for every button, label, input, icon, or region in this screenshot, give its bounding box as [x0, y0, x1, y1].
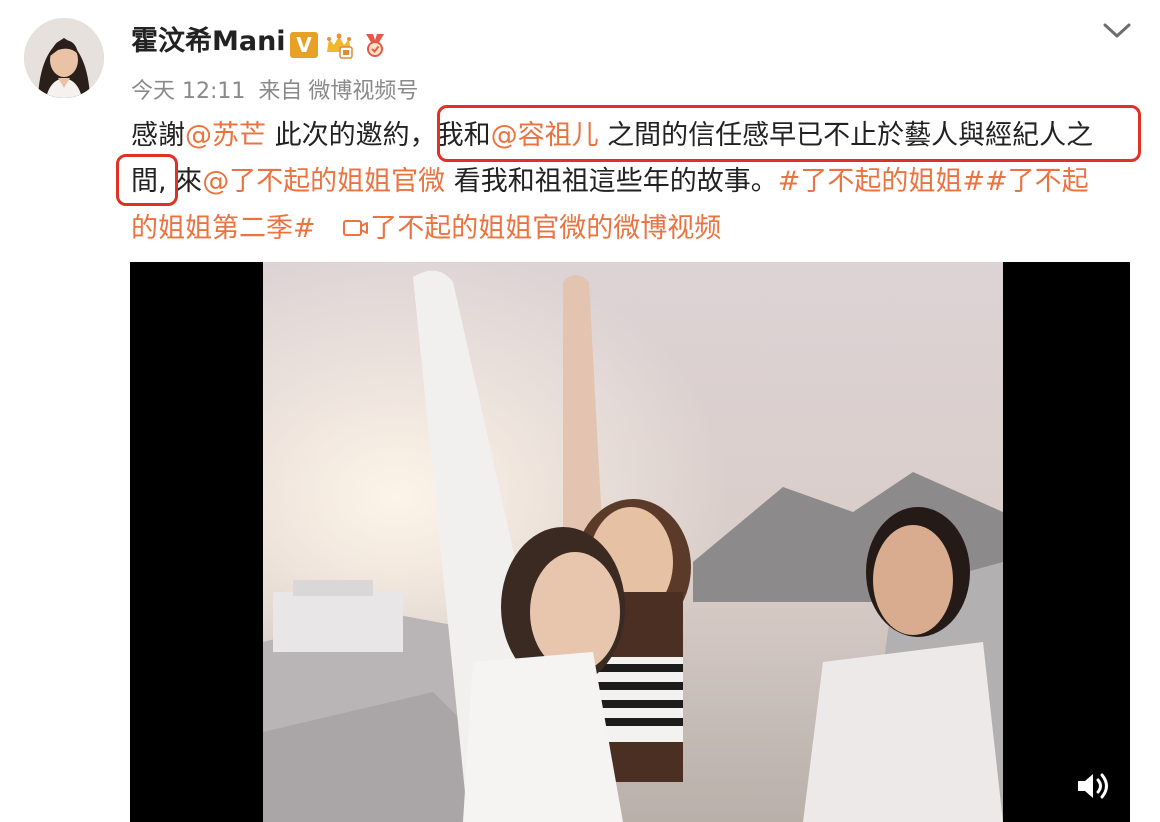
video-frame	[263, 262, 1003, 822]
post-time[interactable]: 今天 12:11	[131, 79, 245, 104]
avatar[interactable]	[24, 18, 104, 98]
text-segment: 感謝	[131, 120, 185, 151]
video-link-label: 了不起的姐姐官微的微博视频	[370, 213, 722, 244]
medal-icon[interactable]	[360, 30, 390, 60]
text-segment: 看我和祖祖這些年的故事。	[445, 166, 778, 197]
badge-group: V	[290, 30, 390, 60]
hashtag-link[interactable]: #了不起的姐姐##了不起	[778, 166, 1089, 197]
chevron-down-icon[interactable]	[1100, 16, 1134, 44]
post-meta: 今天 12:11 来自 微博视频号	[131, 76, 424, 108]
hashtag-link[interactable]: 的姐姐第二季#	[131, 213, 316, 244]
vip-crown-icon[interactable]	[324, 30, 354, 60]
text-segment: 此次的邀約，	[266, 120, 437, 151]
source-prefix: 来自	[258, 79, 303, 104]
video-link-icon	[343, 220, 369, 236]
mention-link[interactable]: @苏芒	[185, 120, 266, 151]
highlight-box	[116, 154, 178, 206]
video-link[interactable]: 了不起的姐姐官微的微博视频	[342, 213, 721, 244]
volume-icon[interactable]	[1074, 768, 1114, 804]
mention-link[interactable]: @了不起的姐姐官微	[202, 166, 445, 197]
highlight-box	[437, 105, 1141, 162]
post-text-line-3: 的姐姐第二季# 了不起的姐姐官微的微博视频	[131, 209, 721, 249]
post-text-line-2: 間, 來@了不起的姐姐官微 看我和祖祖這些年的故事。#了不起的姐姐##了不起	[131, 162, 1089, 202]
avatar-image	[24, 18, 104, 98]
post-source[interactable]: 微博视频号	[308, 79, 418, 104]
verified-badge[interactable]: V	[290, 32, 318, 58]
video-player[interactable]	[130, 262, 1130, 822]
username[interactable]: 霍汶希Mani	[131, 22, 286, 62]
